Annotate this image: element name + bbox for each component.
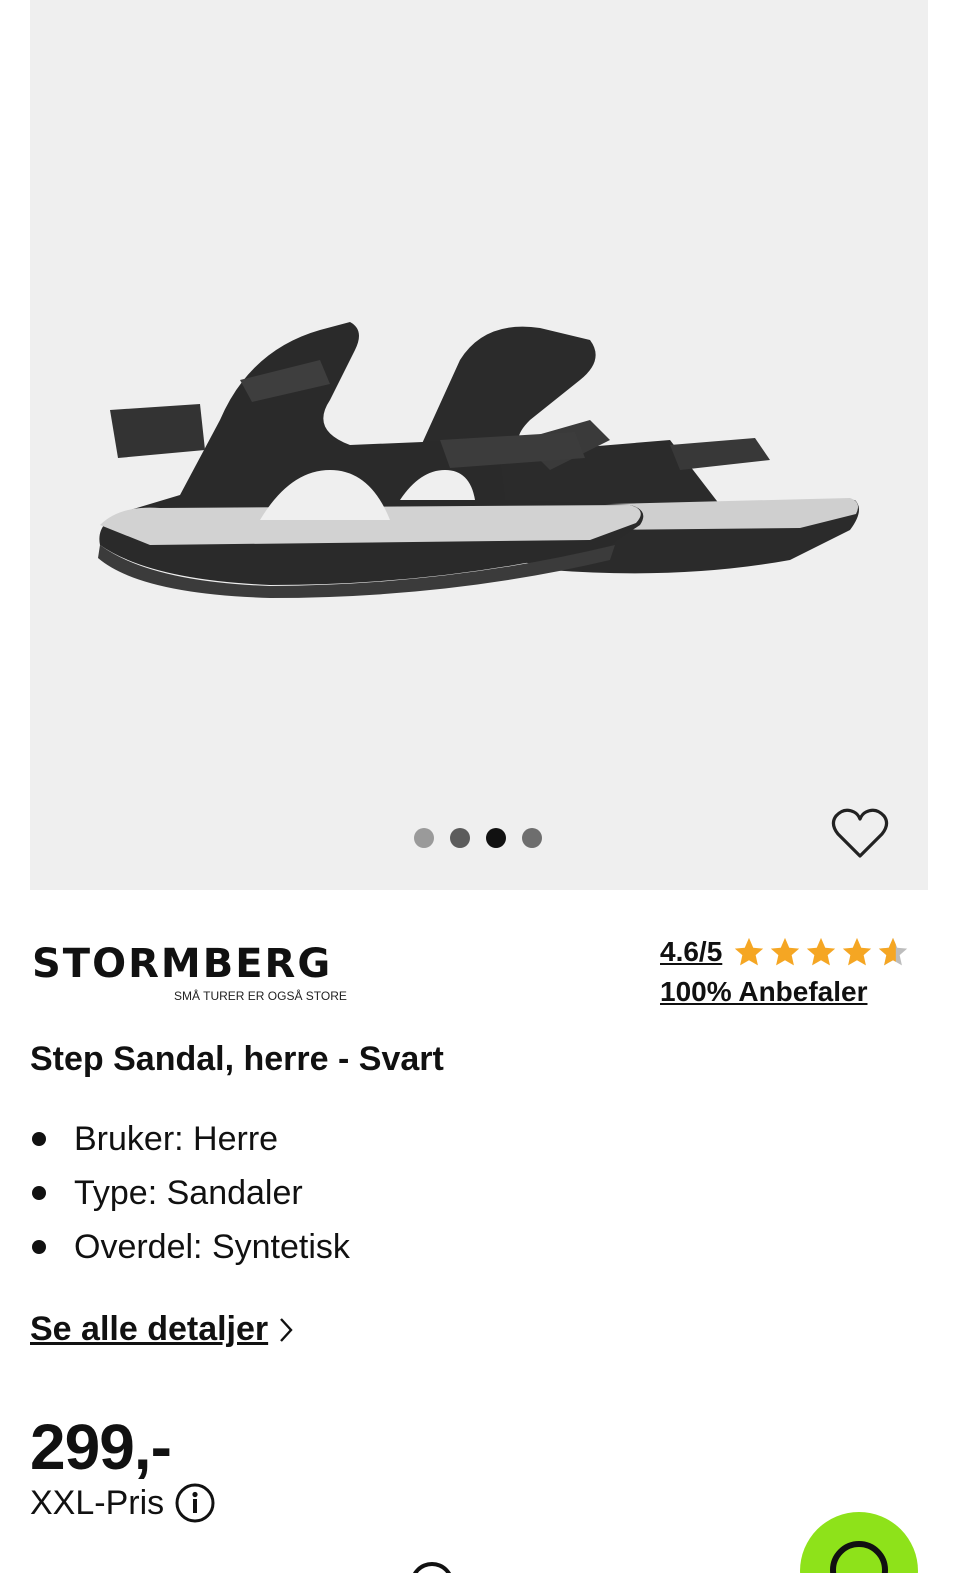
bullet-icon [32,1240,46,1254]
star-full-icon [807,937,836,966]
star-partial-icon [879,937,908,966]
carousel-dot-4[interactable] [522,828,542,848]
heart-outline-icon[interactable] [830,806,890,862]
spec-text: Bruker: Herre [74,1119,279,1158]
product-title: Step Sandal, herre - Svart [30,1040,444,1078]
spec-text: Type: Sandaler [74,1173,303,1212]
chevron-right-icon [280,1317,293,1342]
product-price: 299,- [30,1411,172,1483]
info-icon[interactable] [174,1482,216,1524]
see-all-details-label: Se alle detaljer [30,1310,269,1348]
chat-icon [830,1541,888,1573]
product-image [98,322,859,598]
star-full-icon [843,937,872,966]
star-full-icon [735,937,764,966]
chat-button[interactable] [800,1512,918,1573]
rating-block: 4.6/5 100% Anbefaler [660,934,940,1008]
brand-tagline: SMÅ TURER ER OGSÅ STORE [174,989,347,1003]
bottom-partial-icon [410,1562,454,1573]
see-all-details-link[interactable]: Se alle detaljer [30,1310,294,1349]
carousel-dot-3-active[interactable] [486,828,506,848]
rating-stars [732,935,910,969]
spec-item: Type: Sandaler [30,1166,350,1220]
product-image-gallery[interactable] [30,0,928,890]
brand-name: STORMBERG [32,941,333,987]
carousel-dots [414,828,542,848]
carousel-dot-1[interactable] [414,828,434,848]
brand-logo[interactable]: STORMBERG SMÅ TURER ER OGSÅ STORE [32,940,347,1010]
star-full-icon [771,937,800,966]
product-specs-list: Bruker: Herre Type: Sandaler Overdel: Sy… [30,1112,350,1274]
price-label: XXL-Pris [30,1483,165,1522]
bullet-icon [32,1186,46,1200]
spec-text: Overdel: Syntetisk [74,1227,350,1266]
rating-score-link[interactable]: 4.6/5 [660,936,722,968]
carousel-dot-2[interactable] [450,828,470,848]
spec-item: Bruker: Herre [30,1112,350,1166]
bullet-icon [32,1132,46,1146]
recommend-link[interactable]: 100% Anbefaler [660,976,868,1008]
price-label-row: XXL-Pris [30,1482,216,1524]
spec-item: Overdel: Syntetisk [30,1220,350,1274]
